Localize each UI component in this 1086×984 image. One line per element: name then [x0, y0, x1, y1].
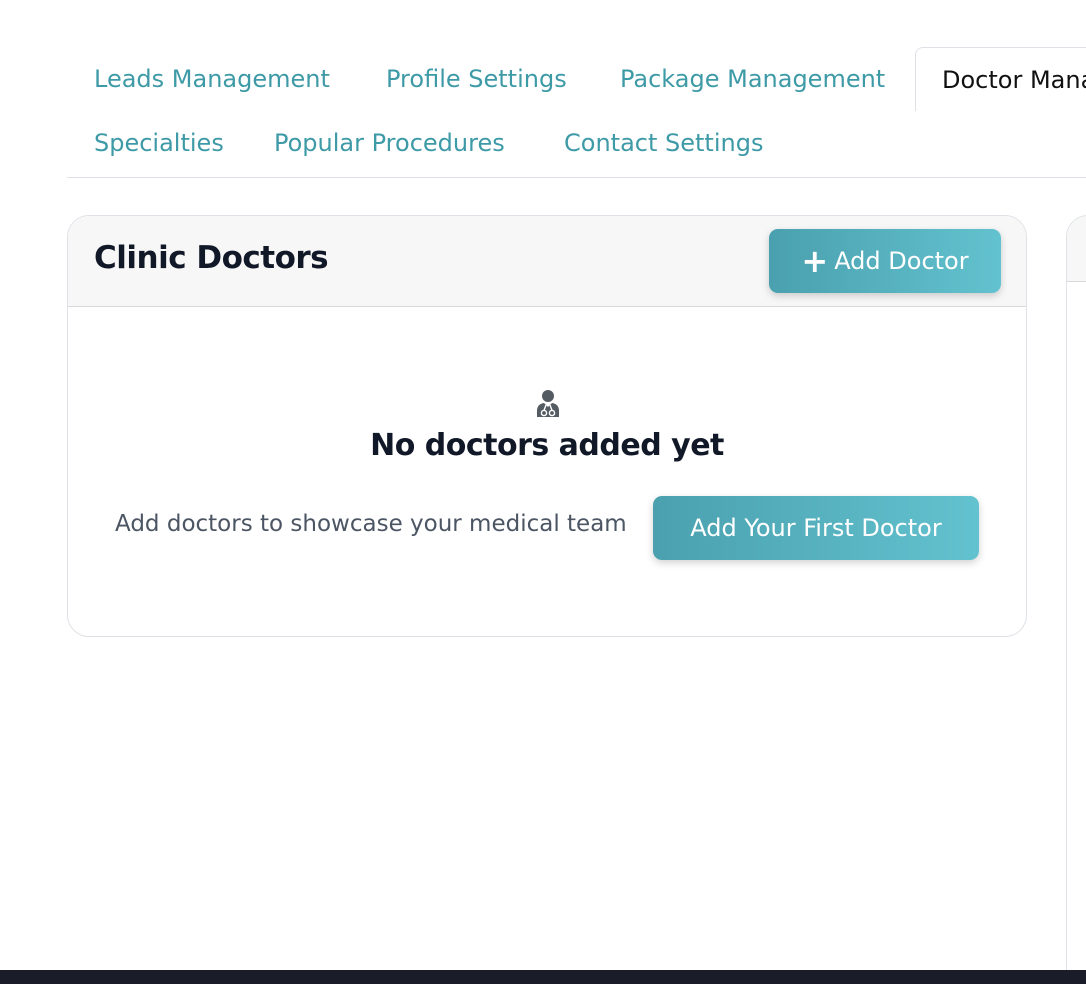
user-doctor-icon: [537, 390, 559, 417]
bottom-bar: [0, 970, 1086, 984]
tab-package-management[interactable]: Package Management: [620, 47, 885, 111]
card-title: Clinic Doctors: [94, 240, 329, 276]
tab-popular-procedures[interactable]: Popular Procedures: [274, 111, 505, 175]
tab-specialties[interactable]: Specialties: [94, 111, 224, 175]
tab-contact-settings[interactable]: Contact Settings: [564, 111, 763, 175]
clinic-doctors-card: Clinic Doctors + Add Doctor No doctors a…: [67, 215, 1027, 637]
add-doctor-button[interactable]: + Add Doctor: [769, 229, 1001, 293]
card-header: Clinic Doctors + Add Doctor: [68, 216, 1026, 307]
plus-icon: +: [801, 242, 829, 280]
add-doctor-label: Add Doctor: [834, 247, 969, 275]
tab-doctor-management[interactable]: Doctor Mana: [915, 47, 1086, 111]
tab-navigation: Leads Management Profile Settings Packag…: [67, 47, 1086, 178]
side-panel-card: [1066, 215, 1086, 975]
add-first-doctor-button[interactable]: Add Your First Doctor: [653, 496, 979, 560]
side-panel-header: [1067, 216, 1086, 282]
empty-state-description: Add doctors to showcase your medical tea…: [115, 511, 627, 537]
empty-state-title: No doctors added yet: [370, 428, 724, 463]
tab-leads-management[interactable]: Leads Management: [94, 47, 330, 111]
tab-profile-settings[interactable]: Profile Settings: [386, 47, 567, 111]
